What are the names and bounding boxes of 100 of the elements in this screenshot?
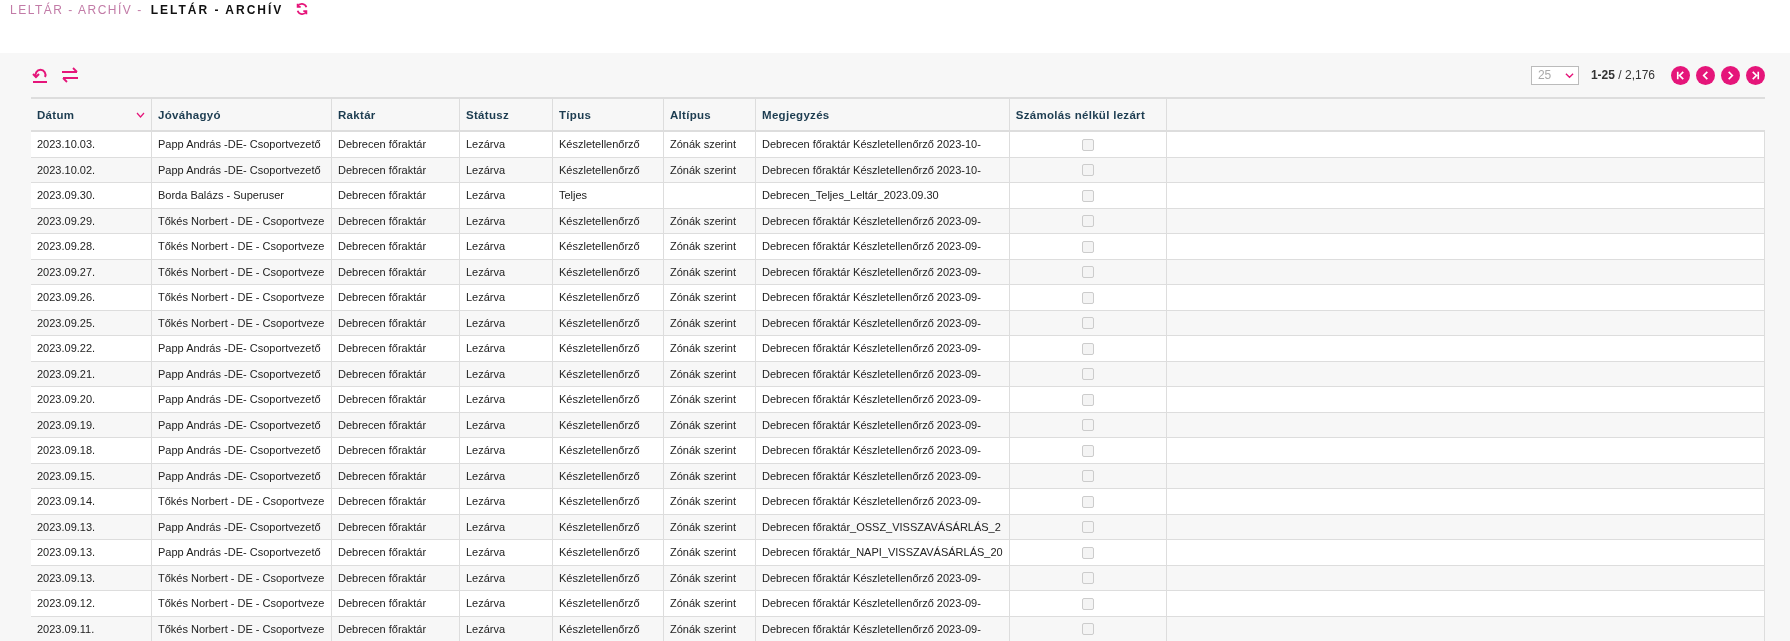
table-cell: Zónák szerint [663,514,756,540]
table-cell: Debrecen főraktár Készletellenőrző 2023-09- [755,361,1010,387]
table-cell: Készletellenőrző [552,386,664,412]
table-cell: 2023.09.12. [31,590,152,616]
breadcrumb-link[interactable]: LELTÁR - ARCHÍV [150,2,284,18]
table-cell: Készletellenőrző [552,361,664,387]
table-cell: Debrecen főraktár Készletellenőrző 2023-10- [755,157,1010,183]
undo-icon[interactable] [31,66,49,84]
table-cell: Tőkés Norbert - DE - Csoportveze [151,259,332,285]
table-cell: Zónák szerint [663,539,756,565]
table-cell: Zónák szerint [663,233,756,259]
table-cell: Készletellenőrző [552,259,664,285]
table-cell: Lezárva [459,514,553,540]
table-cell: Tőkés Norbert - DE - Csoportveze [151,590,332,616]
table-cell: 2023.10.03. [31,131,152,157]
table-cell: Tőkés Norbert - DE - Csoportveze [151,284,332,310]
table-cell: Lezárva [459,616,553,641]
table-cell: Tőkés Norbert - DE - Csoportveze [151,310,332,336]
checkbox[interactable] [1081,546,1094,559]
table-cell: Készletellenőrző [552,412,664,438]
table-cell: 2023.09.22. [31,335,152,361]
table-cell: Debrecen főraktár [331,208,460,234]
next-page-button[interactable] [1721,65,1740,85]
table-cell: Papp András -DE- Csoportvezető [151,539,332,565]
first-page-button[interactable] [1671,65,1690,85]
table-cell: Lezárva [459,386,553,412]
checkbox[interactable] [1081,240,1094,253]
checkbox[interactable] [1081,521,1094,534]
table-cell: 2023.09.13. [31,514,152,540]
checkbox[interactable] [1081,266,1094,279]
table-cell: Papp András -DE- Csoportvezető [151,386,332,412]
table-cell: Zónák szerint [663,335,756,361]
table-cell: Készletellenőrző [552,514,664,540]
table-cell: Debrecen főraktár [331,514,460,540]
table-cell: Debrecen főraktár [331,616,460,641]
table-cell: Lezárva [459,335,553,361]
table-cell: Készletellenőrző [552,616,664,641]
table-cell: 2023.09.18. [31,437,152,463]
table-cell: Papp András -DE- Csoportvezető [151,412,332,438]
checkbox[interactable] [1081,470,1094,483]
previous-page-button[interactable] [1696,65,1715,85]
checkbox[interactable] [1081,368,1094,381]
checkbox[interactable] [1081,444,1094,457]
table-cell: Tőkés Norbert - DE - Csoportveze [151,488,332,514]
first-page-icon [1675,69,1686,81]
checkbox[interactable] [1081,623,1094,636]
table-cell: Debrecen főraktár [331,182,460,208]
table-cell: Zónák szerint [663,616,756,641]
checkbox[interactable] [1081,342,1094,355]
table-cell: Zónák szerint [663,463,756,489]
swap-icon[interactable] [61,66,79,84]
table-cell: Papp András -DE- Csoportvezető [151,157,332,183]
table-cell: Borda Balázs - Superuser [151,182,332,208]
table-cell: Tőkés Norbert - DE - Csoportveze [151,565,332,591]
table-cell: Lezárva [459,310,553,336]
last-page-button[interactable] [1746,65,1765,85]
checkbox[interactable] [1081,419,1094,432]
table-cell: Debrecen főraktár Készletellenőrző 2023-09- [755,233,1010,259]
checkbox[interactable] [1081,164,1094,177]
table-cell: Papp András -DE- Csoportvezető [151,361,332,387]
table-cell: Készletellenőrző [552,590,664,616]
table-cell: Lezárva [459,488,553,514]
table-cell: Lezárva [459,157,553,183]
sort-caret-icon[interactable] [136,111,145,118]
table-cell: Debrecen főraktár Készletellenőrző 2023-10- [755,131,1010,157]
table-cell: Készletellenőrző [552,233,664,259]
checkbox[interactable] [1081,189,1094,202]
table-cell: Zónák szerint [663,208,756,234]
checkbox[interactable] [1081,597,1094,610]
table-cell: Készletellenőrző [552,539,664,565]
checkbox[interactable] [1081,572,1094,585]
table-cell: Papp András -DE- Csoportvezető [151,463,332,489]
checkbox[interactable] [1081,291,1094,304]
table-cell: Debrecen főraktár [331,565,460,591]
table-cell: Debrecen főraktár Készletellenőrző 2023-09- [755,616,1010,641]
table-cell: Debrecen_Teljes_Leltár_2023.09.30 [755,182,1010,208]
table-cell: Zónák szerint [663,131,756,157]
table-cell: Papp András -DE- Csoportvezető [151,437,332,463]
column-header-label[interactable]: Dátum [37,108,75,121]
table-cell: Lezárva [459,412,553,438]
checkbox[interactable] [1081,393,1094,406]
table-cell: Teljes [552,182,664,208]
table-cell: Készletellenőrző [552,565,664,591]
table-cell: 2023.09.14. [31,488,152,514]
table-cell: 2023.09.13. [31,565,152,591]
table-cell: Zónák szerint [663,412,756,438]
refresh-icon[interactable] [295,2,310,16]
checkbox[interactable] [1081,495,1094,508]
table-cell: Debrecen főraktár [331,590,460,616]
checkbox[interactable] [1081,215,1094,228]
last-page-icon [1750,69,1761,81]
checkbox[interactable] [1081,317,1094,330]
table-cell: Lezárva [459,233,553,259]
table-cell: Debrecen főraktár_OSSZ_VISSZAVÁSÁRLÁS_2 [755,514,1010,540]
table-cell: 2023.09.20. [31,386,152,412]
table-cell: 2023.09.27. [31,259,152,285]
chevron-down-icon [1564,70,1574,80]
checkbox[interactable] [1081,138,1094,151]
table-cell: Debrecen főraktár Készletellenőrző 2023-09- [755,463,1010,489]
table-cell: Debrecen főraktár [331,361,460,387]
